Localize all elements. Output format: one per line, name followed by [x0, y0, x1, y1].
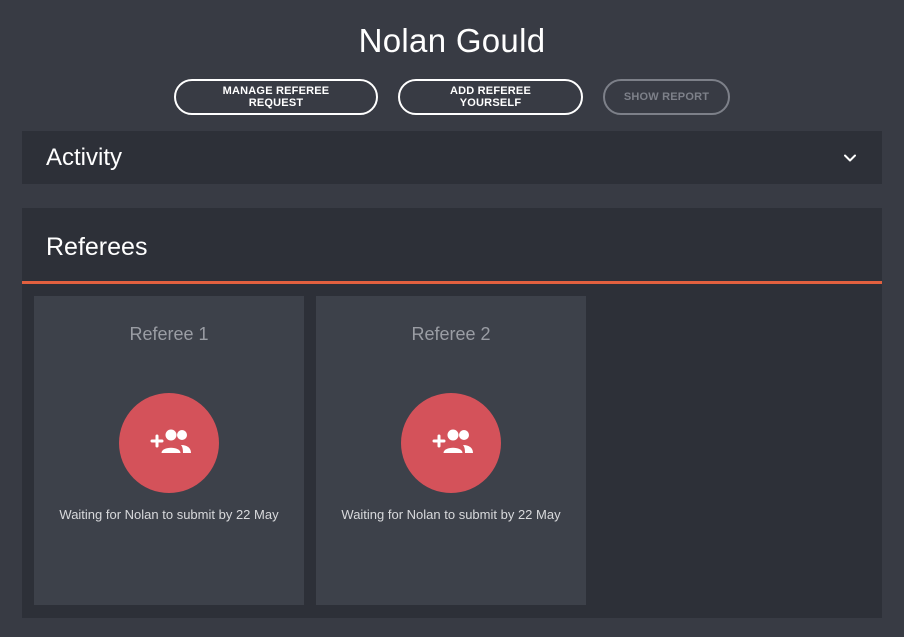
add-group-icon — [427, 426, 475, 461]
action-buttons: MANAGE REFEREE REQUEST ADD REFEREE YOURS… — [0, 79, 904, 115]
chevron-down-icon[interactable] — [842, 150, 858, 166]
referee-cards: Referee 1 Waiting for Nolan to submit by… — [34, 296, 586, 605]
referees-title: Referees — [46, 233, 148, 261]
referee-card: Referee 2 Waiting for Nolan to submit by… — [316, 296, 586, 605]
referee-card: Referee 1 Waiting for Nolan to submit by… — [34, 296, 304, 605]
show-report-button: SHOW REPORT — [603, 79, 730, 115]
activity-panel[interactable]: Activity — [22, 131, 882, 184]
referees-header: Referees — [22, 208, 882, 284]
add-referee-button[interactable] — [401, 393, 501, 493]
add-group-icon — [145, 426, 193, 461]
referee-card-title: Referee 2 — [411, 324, 491, 344]
add-referee-yourself-button[interactable]: ADD REFEREE YOURSELF — [398, 79, 583, 115]
referee-status: Waiting for Nolan to submit by 22 May — [341, 507, 561, 522]
referees-panel: Referees Referee 1 Waiting for Nolan to … — [22, 208, 882, 618]
add-referee-button[interactable] — [119, 393, 219, 493]
referee-status: Waiting for Nolan to submit by 22 May — [59, 507, 279, 522]
page-title: Nolan Gould — [358, 22, 546, 59]
activity-title: Activity — [46, 143, 123, 171]
manage-referee-request-button[interactable]: MANAGE REFEREE REQUEST — [174, 79, 378, 115]
referee-card-title: Referee 1 — [129, 324, 209, 344]
